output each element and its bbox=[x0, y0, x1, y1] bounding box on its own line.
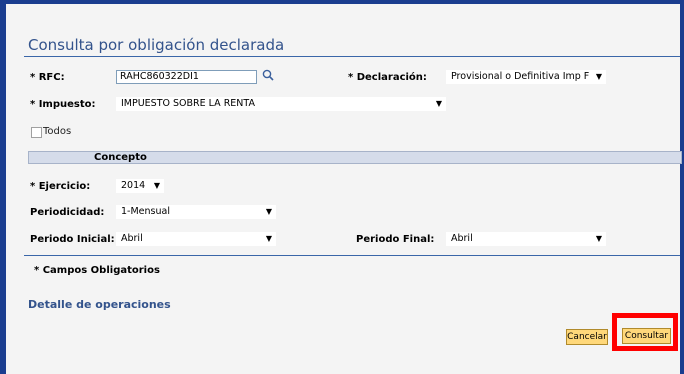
periodo-final-label: Periodo Final: bbox=[356, 234, 435, 245]
periodo-inicial-value: Abril bbox=[121, 233, 143, 244]
page-title: Consulta por obligación declarada bbox=[28, 36, 285, 54]
title-divider bbox=[24, 56, 680, 57]
periodo-final-select[interactable]: Abril ▼ bbox=[446, 232, 606, 246]
chevron-down-icon: ▼ bbox=[435, 99, 442, 108]
section-divider bbox=[24, 255, 680, 256]
cancelar-button[interactable]: Cancelar bbox=[566, 329, 608, 345]
ejercicio-select[interactable]: 2014 ▼ bbox=[116, 179, 164, 193]
impuesto-select[interactable]: IMPUESTO SOBRE LA RENTA ▼ bbox=[116, 97, 446, 111]
periodo-final-value: Abril bbox=[451, 233, 473, 244]
detalle-operaciones-title[interactable]: Detalle de operaciones bbox=[28, 298, 171, 311]
declaracion-value: Provisional o Definitiva Imp F bbox=[451, 71, 590, 82]
chevron-down-icon: ▼ bbox=[595, 72, 602, 81]
rfc-input[interactable]: RAHC860322DI1 bbox=[116, 70, 257, 84]
search-icon[interactable] bbox=[262, 69, 274, 81]
periodicidad-select[interactable]: 1-Mensual ▼ bbox=[116, 205, 276, 219]
campos-obligatorios-note: * Campos Obligatorios bbox=[34, 265, 160, 276]
periodo-inicial-select[interactable]: Abril ▼ bbox=[116, 232, 276, 246]
highlight-box bbox=[612, 313, 678, 351]
declaracion-label: * Declaración: bbox=[348, 72, 427, 83]
declaracion-select[interactable]: Provisional o Definitiva Imp F ▼ bbox=[446, 70, 606, 84]
chevron-down-icon: ▼ bbox=[265, 234, 272, 243]
impuesto-label: * Impuesto: bbox=[30, 99, 96, 110]
chevron-down-icon: ▼ bbox=[595, 234, 602, 243]
periodo-inicial-label: Periodo Inicial: bbox=[30, 234, 115, 245]
concepto-header: Concepto bbox=[94, 152, 147, 163]
periodicidad-label: Periodicidad: bbox=[30, 207, 105, 218]
ejercicio-value: 2014 bbox=[121, 180, 146, 191]
impuesto-value: IMPUESTO SOBRE LA RENTA bbox=[121, 98, 255, 109]
chevron-down-icon: ▼ bbox=[265, 207, 272, 216]
rfc-label: * RFC: bbox=[30, 72, 65, 83]
todos-label: Todos bbox=[43, 126, 72, 137]
periodicidad-value: 1-Mensual bbox=[121, 206, 170, 217]
ejercicio-label: * Ejercicio: bbox=[30, 181, 91, 192]
todos-checkbox[interactable] bbox=[31, 127, 42, 138]
chevron-down-icon: ▼ bbox=[153, 181, 160, 190]
